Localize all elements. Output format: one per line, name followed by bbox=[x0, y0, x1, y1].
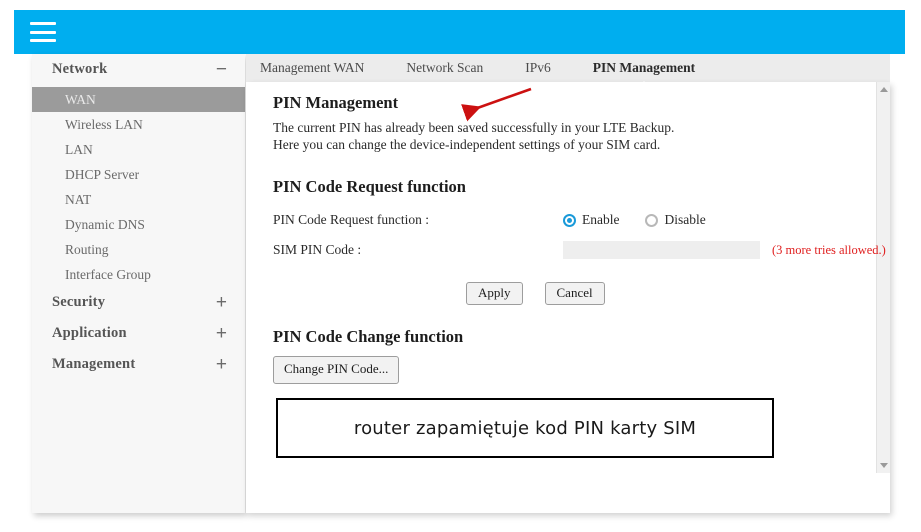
change-section-title: PIN Code Change function bbox=[273, 327, 464, 347]
sidebar-item-nat[interactable]: NAT bbox=[32, 187, 245, 212]
callout-box: router zapamiętuje kod PIN karty SIM bbox=[276, 398, 774, 458]
plus-icon[interactable]: + bbox=[216, 355, 227, 374]
cancel-button[interactable]: Cancel bbox=[544, 282, 605, 306]
scroll-up-icon[interactable] bbox=[879, 87, 888, 92]
sidebar-group-label: Security bbox=[52, 294, 106, 310]
sidebar-group-network[interactable]: Network − bbox=[32, 54, 245, 85]
hamburger-bar-3 bbox=[30, 39, 56, 42]
sidebar-item-label: Dynamic DNS bbox=[65, 216, 145, 232]
tab-label: Network Scan bbox=[406, 60, 484, 75]
sidebar-item-interface-group[interactable]: Interface Group bbox=[32, 262, 245, 287]
plus-icon[interactable]: + bbox=[216, 324, 227, 343]
sidebar-item-dynamic-dns[interactable]: Dynamic DNS bbox=[32, 212, 245, 237]
sidebar-group-security[interactable]: Security + bbox=[32, 287, 245, 318]
page-title: PIN Management bbox=[273, 93, 399, 112]
tab-label: Management WAN bbox=[260, 60, 365, 75]
sidebar-item-label: LAN bbox=[65, 141, 93, 157]
sim-pin-label: SIM PIN Code : bbox=[273, 242, 362, 257]
sidebar-item-label: Wireless LAN bbox=[65, 116, 143, 132]
change-pin-row: Change PIN Code... bbox=[273, 356, 873, 384]
tab-label: IPv6 bbox=[525, 60, 551, 75]
radio-disable-label: Disable bbox=[664, 212, 706, 227]
sim-pin-row: SIM PIN Code : (3 more tries allowed.) bbox=[273, 238, 886, 262]
sidebar-group-label: Management bbox=[52, 356, 136, 372]
tries-remaining-text: (3 more tries allowed.) bbox=[772, 242, 886, 257]
tab-label: PIN Management bbox=[592, 60, 696, 75]
minus-icon[interactable]: − bbox=[216, 60, 227, 79]
sidebar-item-wireless-lan[interactable]: Wireless LAN bbox=[32, 112, 245, 137]
tab-ipv6[interactable]: IPv6 bbox=[511, 60, 565, 76]
description-line-1: The current PIN has already been saved s… bbox=[273, 120, 675, 135]
radio-enable-label: Enable bbox=[582, 212, 620, 227]
radio-enable[interactable]: Enable bbox=[563, 212, 619, 228]
sidebar-nav: Network − WAN Wireless LAN LAN DHCP Serv… bbox=[32, 54, 245, 513]
sidebar-item-dhcp-server[interactable]: DHCP Server bbox=[32, 162, 245, 187]
sidebar-item-lan[interactable]: LAN bbox=[32, 137, 245, 162]
scroll-down-icon[interactable] bbox=[879, 463, 888, 468]
sidebar-item-wan[interactable]: WAN bbox=[32, 87, 245, 112]
content-inner: PIN Management The current PIN has alrea… bbox=[273, 82, 886, 384]
tab-pin-management[interactable]: PIN Management bbox=[579, 60, 709, 88]
plus-icon[interactable]: + bbox=[216, 293, 227, 312]
top-header-bar bbox=[14, 10, 905, 54]
action-button-row: Apply Cancel bbox=[273, 282, 873, 306]
sidebar-item-label: Interface Group bbox=[65, 266, 151, 282]
sidebar-group-management[interactable]: Management + bbox=[32, 349, 245, 380]
app-window: Network − WAN Wireless LAN LAN DHCP Serv… bbox=[0, 0, 921, 532]
sidebar-group-label: Application bbox=[52, 325, 127, 341]
description-line-2: Here you can change the device-independe… bbox=[273, 137, 661, 152]
tab-bar: Management WAN Network Scan IPv6 PIN Man… bbox=[246, 54, 890, 88]
pin-request-row: PIN Code Request function : Enable Disab… bbox=[273, 208, 873, 232]
sidebar-group-label: Network bbox=[52, 61, 108, 77]
tab-network-scan[interactable]: Network Scan bbox=[392, 60, 497, 76]
sidebar-item-label: Routing bbox=[65, 241, 109, 257]
sidebar-item-routing[interactable]: Routing bbox=[32, 237, 245, 262]
hamburger-bar-2 bbox=[30, 30, 56, 34]
vertical-scrollbar[interactable] bbox=[876, 82, 890, 473]
sidebar-item-label: WAN bbox=[65, 91, 96, 107]
sidebar-item-label: DHCP Server bbox=[65, 166, 140, 182]
apply-button[interactable]: Apply bbox=[466, 282, 523, 306]
hamburger-menu-icon[interactable] bbox=[30, 21, 56, 43]
sim-pin-input[interactable] bbox=[563, 241, 760, 259]
request-section-title: PIN Code Request function bbox=[273, 177, 466, 196]
radio-disable[interactable]: Disable bbox=[645, 212, 706, 228]
sidebar-item-label: NAT bbox=[65, 191, 92, 207]
pin-request-label: PIN Code Request function : bbox=[273, 212, 429, 227]
radio-disable-icon[interactable] bbox=[645, 213, 659, 227]
sidebar-group-application[interactable]: Application + bbox=[32, 318, 245, 349]
radio-enable-icon[interactable] bbox=[563, 213, 576, 227]
change-pin-code-button[interactable]: Change PIN Code... bbox=[273, 356, 400, 384]
hamburger-bar-1 bbox=[30, 22, 56, 25]
tab-management-wan[interactable]: Management WAN bbox=[246, 60, 378, 76]
callout-text: router zapamiętuje kod PIN karty SIM bbox=[353, 417, 697, 439]
